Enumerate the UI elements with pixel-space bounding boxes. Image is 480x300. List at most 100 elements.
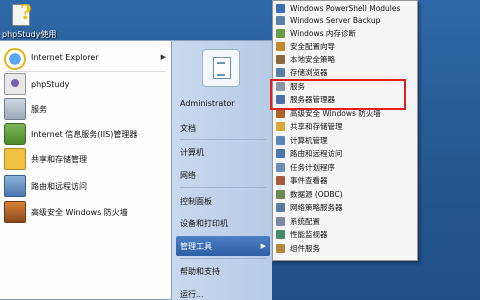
phpstudy-shortcut-icon: ? [8,0,36,28]
start-item-label: 路由和远程访问 [31,181,87,191]
start-right-label: 网络 [180,170,196,180]
tool-icon [276,190,285,199]
submenu-item[interactable]: 路由和远程访问 [273,148,417,159]
start-right-label: 管理工具 [180,241,212,251]
start-right-control-panel[interactable]: 控制面板 [176,191,270,211]
start-right-administrator[interactable]: Administrator [176,93,270,113]
tool-icon [276,244,285,253]
annotation-highlight-box [270,79,406,110]
start-menu-programs: Internet Explorer ▶ phpStudy 服务 Internet… [0,40,172,300]
user-picture-icon[interactable] [202,49,240,87]
chevron-right-icon: ▶ [260,242,266,250]
submenu-item-label: Windows PowerShell Modules [290,4,401,13]
submenu-item-label: 计算机管理 [290,136,328,145]
submenu-item[interactable]: 安全配置向导 [273,41,417,52]
admin-tools-submenu: Windows PowerShell Modules Windows Server… [272,0,418,261]
tool-icon [276,42,285,51]
start-item-internet-explorer[interactable]: Internet Explorer ▶ [4,45,168,70]
start-right-network[interactable]: 网络 [176,165,270,185]
submenu-item[interactable]: 数据源 (ODBC) [273,189,417,200]
start-item-label: 共享和存储管理 [31,154,87,164]
share-storage-icon [4,148,26,170]
tool-icon [276,29,285,38]
start-right-documents[interactable]: 文档 [176,118,270,138]
submenu-item[interactable]: 计算机管理 [273,135,417,146]
tool-icon [276,68,285,77]
submenu-item[interactable]: 任务计划程序 [273,162,417,173]
submenu-item-label: 数据源 (ODBC) [290,190,343,199]
tool-icon [276,122,285,131]
tool-icon [276,55,285,64]
submenu-item[interactable]: 共享和存储管理 [273,121,417,132]
tool-icon [276,16,285,25]
submenu-item-label: 安全配置向导 [290,42,335,51]
start-right-label: Administrator [180,98,235,108]
start-right-run[interactable]: 运行... [176,284,270,300]
start-right-label: 帮助和支持 [180,266,220,276]
tool-icon [276,136,285,145]
start-right-help[interactable]: 帮助和支持 [176,261,270,281]
submenu-item-label: 事件查看器 [290,176,328,185]
start-right-label: 计算机 [180,147,204,157]
start-right-label: 运行... [180,289,204,299]
tool-icon [276,230,285,239]
submenu-item[interactable]: 网络策略服务器 [273,202,417,213]
start-item-phpstudy[interactable]: phpStudy [4,72,168,96]
submenu-item-label: 路由和远程访问 [290,149,343,158]
tool-icon [276,149,285,158]
desktop-icon-phpstudy[interactable]: ? phpStudy使用 [2,0,62,40]
internet-explorer-icon [4,48,26,70]
start-item-services[interactable]: 服务 [4,97,168,121]
submenu-item-label: Windows 内存诊断 [290,29,356,38]
tool-icon [276,4,285,13]
tool-icon [276,109,285,118]
start-item-iis-manager[interactable]: Internet 信息服务(IIS)管理器 [4,122,168,146]
start-item-firewall[interactable]: 高级安全 Windows 防火墙 [4,200,168,224]
tool-icon [276,176,285,185]
submenu-item-label: 本地安全策略 [290,55,335,64]
submenu-item-label: Windows Server Backup [290,16,381,25]
start-item-share-storage[interactable]: 共享和存储管理 [4,147,168,171]
submenu-item[interactable]: 性能监视器 [273,229,417,240]
submenu-item[interactable]: Windows 内存诊断 [273,28,417,39]
start-right-label: 文档 [180,123,196,133]
submenu-item-label: 组件服务 [290,244,320,253]
start-right-computer[interactable]: 计算机 [176,142,270,162]
start-item-label: Internet 信息服务(IIS)管理器 [31,129,138,139]
start-item-label: 服务 [31,104,47,114]
services-icon [4,98,26,120]
start-item-routing[interactable]: 路由和远程访问 [4,174,168,198]
desktop-icon-label: phpStudy使用 [2,30,57,39]
submenu-item[interactable]: 存储浏览器 [273,67,417,78]
start-right-admin-tools[interactable]: 管理工具 ▶ [176,236,270,256]
separator [180,187,266,188]
start-item-label: 高级安全 Windows 防火墙 [31,207,128,217]
start-item-label: Internet Explorer [31,52,99,62]
phpstudy-icon [4,73,26,95]
start-item-label: phpStudy [31,79,70,89]
submenu-item[interactable]: 事件查看器 [273,175,417,186]
submenu-item[interactable]: Windows PowerShell Modules [273,3,417,14]
submenu-item[interactable]: 系统配置 [273,216,417,227]
firewall-icon [4,201,26,223]
submenu-item-label: 系统配置 [290,217,320,226]
submenu-item-label: 性能监视器 [290,230,328,239]
start-right-devices-printers[interactable]: 设备和打印机 [176,213,270,233]
tool-icon [276,217,285,226]
submenu-item-label: 存储浏览器 [290,68,328,77]
submenu-item-label: 任务计划程序 [290,163,335,172]
routing-remote-icon [4,175,26,197]
start-right-label: 设备和打印机 [180,218,228,228]
submenu-item-label: 网络策略服务器 [290,203,343,212]
chevron-right-icon: ▶ [160,53,166,61]
separator [180,258,266,259]
submenu-item-label: 共享和存储管理 [290,122,343,131]
iis-manager-icon [4,123,26,145]
separator [180,139,266,140]
submenu-item[interactable]: 组件服务 [273,243,417,254]
start-right-label: 控制面板 [180,196,212,206]
submenu-item[interactable]: 本地安全策略 [273,54,417,65]
start-menu-places: Administrator 文档 计算机 网络 控制面板 设备和打印机 管理工具… [172,40,272,300]
submenu-item[interactable]: Windows Server Backup [273,15,417,26]
tool-icon [276,203,285,212]
